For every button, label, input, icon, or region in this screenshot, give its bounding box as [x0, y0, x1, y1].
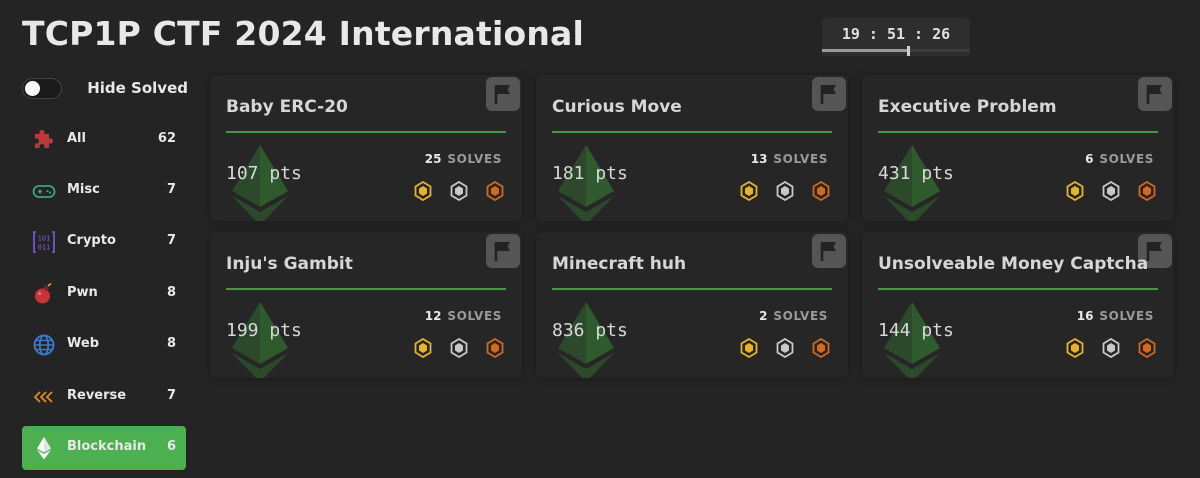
svg-text:011: 011: [38, 244, 51, 252]
gold-medal-icon: [414, 181, 432, 201]
medal-row: [1066, 181, 1156, 201]
medal-row: [1066, 338, 1156, 358]
silver-medal-icon: [450, 181, 468, 201]
sidebar-item-count: 8: [166, 336, 176, 351]
countdown-timer: 19 : 51 : 26: [822, 18, 970, 56]
sidebar-item-count: 8: [166, 285, 176, 300]
hide-solved-row: Hide Solved: [22, 76, 188, 102]
gold-medal-icon: [1066, 181, 1084, 201]
solves-count: 16 SOLVES: [1076, 309, 1154, 323]
gold-medal-icon: [740, 181, 758, 201]
medal-row: [414, 181, 504, 201]
sidebar-item-label: Misc: [67, 182, 100, 197]
silver-medal-icon: [450, 338, 468, 358]
divider: [226, 288, 506, 290]
puzzle-icon: [35, 130, 53, 148]
sidebar-item-count: 7: [166, 388, 176, 403]
challenge-card[interactable]: Inju's Gambit 199 pts 12 SOLVES: [210, 232, 522, 378]
sidebar-item-count: 7: [166, 182, 176, 197]
silver-medal-icon: [1102, 338, 1120, 358]
challenge-title: Baby ERC-20: [226, 97, 348, 117]
challenge-points: 144 pts: [878, 320, 954, 341]
bronze-medal-icon: [1138, 338, 1156, 358]
challenge-title: Minecraft huh: [552, 254, 687, 274]
medal-row: [414, 338, 504, 358]
sidebar-item-label: Pwn: [67, 285, 98, 300]
sidebar-item-label: Crypto: [67, 233, 116, 248]
challenge-title: Inju's Gambit: [226, 254, 353, 274]
challenge-points: 836 pts: [552, 320, 628, 341]
challenge-card[interactable]: Baby ERC-20 107 pts 25 SOLVES: [210, 75, 522, 221]
challenge-card[interactable]: Unsolveable Money Captcha 144 pts 16 SOLV…: [862, 232, 1174, 378]
sidebar-item-misc[interactable]: Misc 7: [22, 169, 186, 213]
timer-progress-fill: [822, 49, 908, 52]
medal-row: [740, 181, 830, 201]
bomb-icon: [35, 282, 52, 304]
challenge-title: Curious Move: [552, 97, 682, 117]
solves-count: 12 SOLVES: [424, 309, 502, 323]
binary-icon: 101 011: [33, 231, 55, 253]
challenge-title: Unsolveable Money Captcha: [878, 254, 1149, 274]
challenge-points: 431 pts: [878, 163, 954, 184]
sidebar-item-web[interactable]: Web 8: [22, 323, 186, 367]
sidebar-item-pwn[interactable]: Pwn 8: [22, 272, 186, 316]
solves-count: 2 SOLVES: [759, 309, 828, 323]
gold-medal-icon: [414, 338, 432, 358]
timer-text: 19 : 51 : 26: [841, 25, 951, 43]
gold-medal-icon: [740, 338, 758, 358]
challenge-points: 107 pts: [226, 163, 302, 184]
sidebar-item-label: Reverse: [67, 388, 127, 403]
flag-icon: [486, 234, 520, 268]
bronze-medal-icon: [812, 181, 830, 201]
svg-text:101: 101: [38, 235, 51, 243]
hide-solved-toggle[interactable]: [22, 78, 62, 99]
hide-solved-label: Hide Solved: [87, 79, 188, 97]
sidebar-item-blockchain[interactable]: Blockchain 6: [22, 426, 186, 470]
divider: [878, 131, 1158, 133]
sidebar-item-crypto[interactable]: 101 011 Crypto 7: [22, 220, 186, 264]
sidebar-item-count: 7: [166, 233, 176, 248]
solves-count: 25 SOLVES: [424, 152, 502, 166]
challenge-title: Executive Problem: [878, 97, 1057, 117]
sidebar-item-label: Web: [67, 336, 99, 351]
challenge-points: 199 pts: [226, 320, 302, 341]
divider: [878, 288, 1158, 290]
medal-row: [740, 338, 830, 358]
sidebar-item-label: All: [67, 131, 86, 146]
bronze-medal-icon: [486, 338, 504, 358]
sidebar-item-label: Blockchain: [67, 439, 147, 454]
challenge-card[interactable]: Curious Move 181 pts 13 SOLVES: [536, 75, 848, 221]
flag-icon: [812, 77, 846, 111]
page-title: TCP1P CTF 2024 International: [22, 14, 585, 53]
gold-medal-icon: [1066, 338, 1084, 358]
sidebar-item-count: 6: [166, 439, 176, 454]
timer-progress-marker: [906, 46, 910, 56]
toggle-knob: [25, 81, 40, 96]
bronze-medal-icon: [486, 181, 504, 201]
silver-medal-icon: [776, 181, 794, 201]
sidebar-item-count: 62: [157, 131, 176, 146]
gamepad-icon: [32, 185, 56, 198]
timer-progress-track: [822, 49, 970, 52]
solves-count: 13 SOLVES: [750, 152, 828, 166]
globe-icon: [33, 334, 55, 356]
flag-icon: [486, 77, 520, 111]
bronze-medal-icon: [1138, 181, 1156, 201]
bronze-medal-icon: [812, 338, 830, 358]
sidebar-item-all[interactable]: All 62: [22, 118, 186, 162]
flag-icon: [812, 234, 846, 268]
divider: [552, 131, 832, 133]
challenge-card[interactable]: Executive Problem 431 pts 6 SOLVES: [862, 75, 1174, 221]
divider: [226, 131, 506, 133]
ethereum-icon: [37, 437, 51, 460]
sidebar-item-reverse[interactable]: Reverse 7: [22, 375, 186, 419]
challenge-points: 181 pts: [552, 163, 628, 184]
silver-medal-icon: [1102, 181, 1120, 201]
silver-medal-icon: [776, 338, 794, 358]
challenge-card[interactable]: Minecraft huh 836 pts 2 SOLVES: [536, 232, 848, 378]
solves-count: 6 SOLVES: [1085, 152, 1154, 166]
rewind-icon: [33, 391, 53, 403]
divider: [552, 288, 832, 290]
flag-icon: [1138, 77, 1172, 111]
